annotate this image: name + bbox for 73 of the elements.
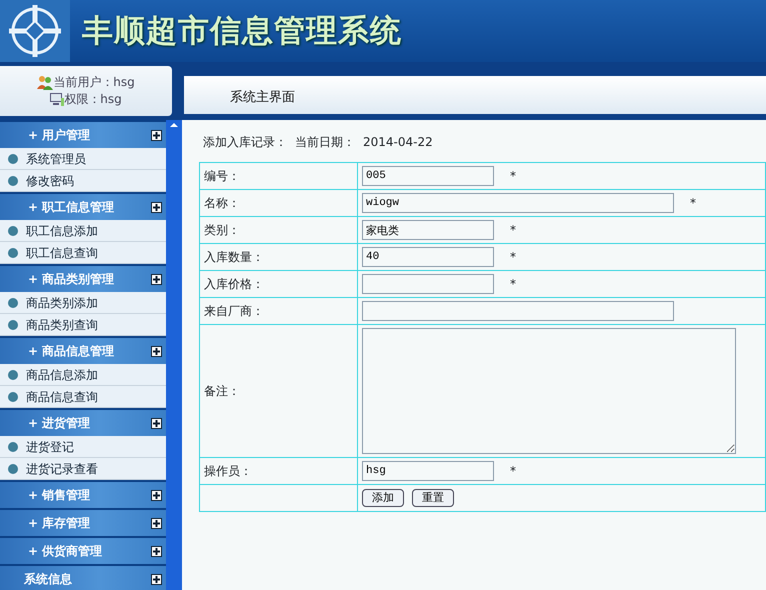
required-mark: * (510, 222, 516, 239)
menu-group-header[interactable]: + 职工信息管理 (0, 194, 166, 220)
logo-icon (7, 3, 63, 59)
menu-group-header[interactable]: + 销售管理 (0, 482, 166, 508)
expand-icon[interactable] (151, 518, 162, 528)
app-title: 丰顺超市信息管理系统 (82, 12, 402, 51)
input-field[interactable]: 40 (362, 247, 494, 267)
input-field[interactable]: hsg (362, 461, 494, 481)
input-field[interactable]: 家电类 (362, 220, 494, 240)
menu-group-header[interactable]: 系统信息 (0, 566, 166, 590)
required-mark: * (510, 276, 516, 293)
scrollbar[interactable] (166, 120, 182, 590)
bullet-icon (8, 176, 18, 186)
required-mark: * (510, 249, 516, 266)
bullet-icon (8, 320, 18, 330)
menu-item[interactable]: 进货记录查看 (0, 458, 166, 480)
field-label: 来自厂商： (204, 304, 264, 318)
menu-group-header[interactable]: + 商品信息管理 (0, 338, 166, 364)
menu-item[interactable]: 商品信息添加 (0, 364, 166, 386)
bullet-icon (8, 154, 18, 164)
menu-item[interactable]: 商品信息查询 (0, 386, 166, 408)
menu-item[interactable]: 进货登记 (0, 436, 166, 458)
field-label: 入库价格： (204, 277, 264, 291)
menu-group-header[interactable]: + 用户管理 (0, 122, 166, 148)
menu-item[interactable]: 职工信息添加 (0, 220, 166, 242)
bullet-icon (8, 442, 18, 452)
monitor-icon (50, 93, 64, 106)
field-label: 备注： (204, 384, 240, 398)
users-icon (37, 75, 54, 90)
input-field[interactable] (362, 274, 494, 294)
expand-icon[interactable] (151, 274, 162, 284)
menu-group-header[interactable]: + 商品类别管理 (0, 266, 166, 292)
expand-icon[interactable] (151, 490, 162, 500)
menu-item[interactable]: 系统管理员 (0, 148, 166, 170)
field-label: 入库数量： (204, 250, 264, 264)
menu-item[interactable]: 修改密码 (0, 170, 166, 192)
bullet-icon (8, 464, 18, 474)
text-area[interactable] (362, 328, 736, 454)
input-field[interactable] (362, 301, 674, 321)
expand-icon[interactable] (151, 574, 162, 584)
input-field[interactable]: wiogw (362, 193, 674, 213)
required-mark: * (510, 168, 516, 185)
reset-button[interactable]: 重置 (412, 489, 454, 507)
date-label: 当前日期： (295, 134, 355, 151)
bullet-icon (8, 370, 18, 380)
field-label: 类别： (204, 223, 240, 237)
menu-group-header[interactable]: + 进货管理 (0, 410, 166, 436)
menu-item[interactable]: 商品类别添加 (0, 292, 166, 314)
required-mark: * (510, 463, 516, 480)
bullet-icon (8, 226, 18, 236)
menu-group-header[interactable]: + 库存管理 (0, 510, 166, 536)
expand-icon[interactable] (151, 546, 162, 556)
bullet-icon (8, 392, 18, 402)
bullet-icon (8, 298, 18, 308)
input-field[interactable]: 005 (362, 166, 494, 186)
bullet-icon (8, 248, 18, 258)
expand-icon[interactable] (151, 418, 162, 428)
expand-icon[interactable] (151, 346, 162, 356)
current-date: 2014-04-22 (363, 134, 433, 151)
menu-item[interactable]: 职工信息查询 (0, 242, 166, 264)
form-heading: 添加入库记录： (203, 134, 287, 151)
expand-icon[interactable] (151, 130, 162, 140)
current-user-label: 当前用户：hsg (53, 74, 135, 91)
permission-label: 权限：hsg (64, 91, 122, 108)
add-button[interactable]: 添加 (362, 489, 404, 507)
page-title: 系统主界面 (230, 90, 295, 105)
expand-icon[interactable] (151, 202, 162, 212)
field-label: 操作员： (204, 464, 252, 478)
required-mark: * (690, 195, 696, 212)
field-label: 编号： (204, 169, 240, 183)
field-label: 名称： (204, 196, 240, 210)
menu-group-header[interactable]: + 供货商管理 (0, 538, 166, 564)
menu-item[interactable]: 商品类别查询 (0, 314, 166, 336)
